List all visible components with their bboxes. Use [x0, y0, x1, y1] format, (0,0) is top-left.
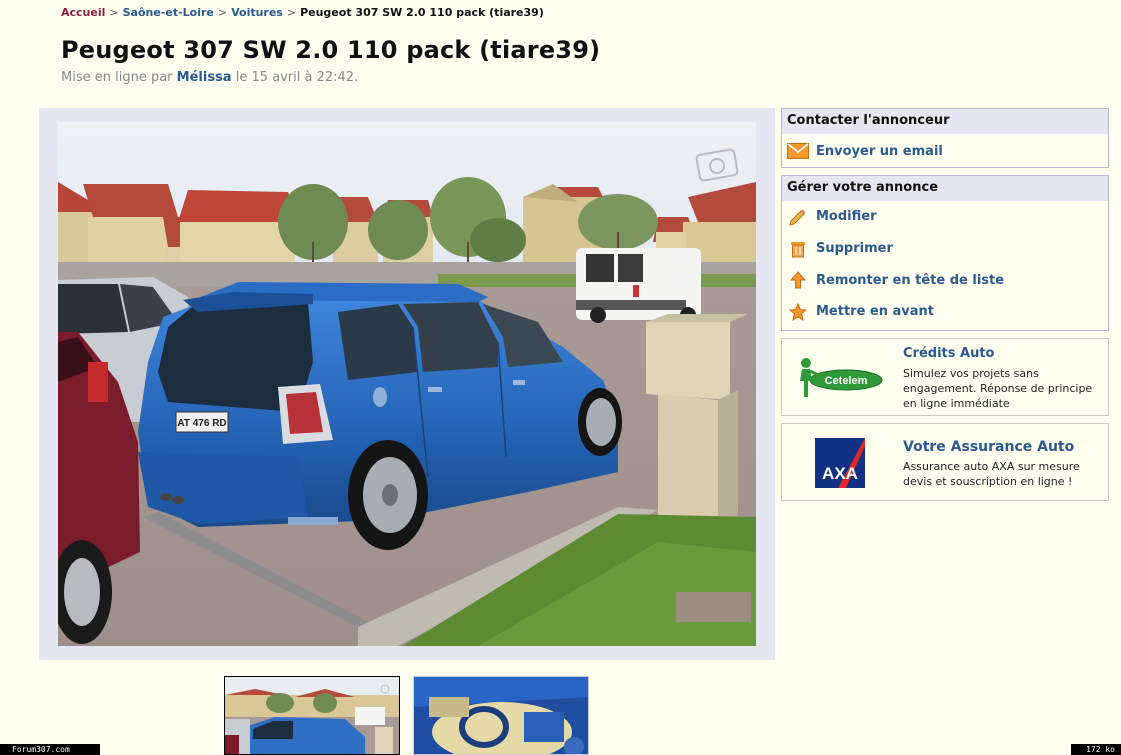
contact-box: Contacter l'annonceur Envoyer un email — [781, 108, 1109, 168]
site-status-label: Forum307.com — [0, 744, 100, 755]
main-photo[interactable]: AT 476 RD — [58, 122, 756, 646]
arrow-up-icon — [785, 270, 811, 290]
breadcrumb-region-link[interactable]: Saône-et-Loire — [123, 6, 214, 19]
credit-promo[interactable]: Cetelem Crédits Auto Simulez vos projets… — [781, 338, 1109, 416]
credit-promo-text: Simulez vos projets sans engagement. Rép… — [903, 367, 1093, 410]
edit-listing-label: Modifier — [816, 209, 877, 225]
page-title: Peugeot 307 SW 2.0 110 pack (tiare39) — [61, 36, 601, 64]
page-size-label: 172 ko — [1071, 744, 1121, 755]
cetelem-logo: Cetelem — [790, 347, 890, 407]
insurance-promo-text: Assurance auto AXA sur mesure devis et s… — [903, 460, 1080, 488]
envelope-icon — [785, 141, 811, 161]
credit-promo-title[interactable]: Crédits Auto — [903, 346, 994, 361]
posted-prefix: Mise en ligne par — [61, 70, 173, 85]
contact-box-header: Contacter l'annonceur — [782, 109, 1108, 134]
author-link[interactable]: Mélissa — [177, 70, 232, 85]
breadcrumb-current: Peugeot 307 SW 2.0 110 pack (tiare39) — [300, 6, 544, 19]
thumbnail-1[interactable] — [224, 676, 400, 755]
trash-icon — [785, 239, 811, 259]
breadcrumb-category-link[interactable]: Voitures — [231, 6, 283, 19]
posted-date: le 15 avril à 22:42. — [235, 70, 359, 85]
license-plate-text: AT 476 RD — [177, 418, 226, 429]
breadcrumb-separator: > — [286, 6, 297, 19]
manage-box: Gérer votre annonce Modifier Supprimer R… — [781, 175, 1109, 331]
feature-listing-button[interactable]: Mettre en avant — [782, 296, 1108, 328]
breadcrumb-separator: > — [109, 6, 119, 19]
svg-text:AXA: AXA — [822, 464, 858, 483]
feature-listing-label: Mettre en avant — [816, 304, 935, 320]
send-email-button[interactable]: Envoyer un email — [782, 134, 1108, 168]
insurance-promo[interactable]: AXA Votre Assurance Auto Assurance auto … — [781, 423, 1109, 501]
send-email-label: Envoyer un email — [816, 143, 943, 159]
star-icon — [785, 302, 811, 322]
breadcrumb: Accueil > Saône-et-Loire > Voitures > Peugeot … — [61, 6, 544, 19]
breadcrumb-separator: > — [217, 6, 228, 19]
axa-logo: AXA — [790, 432, 890, 492]
photo-panel: AT 476 RD — [39, 108, 775, 660]
breadcrumb-home-link[interactable]: Accueil — [61, 6, 105, 19]
svg-text:Cetelem: Cetelem — [825, 375, 868, 387]
posted-info: Mise en ligne par Mélissa le 15 avril à … — [61, 70, 358, 85]
bump-listing-button[interactable]: Remonter en tête de liste — [782, 264, 1108, 296]
bump-listing-label: Remonter en tête de liste — [816, 272, 1005, 288]
insurance-promo-title[interactable]: Votre Assurance Auto — [903, 439, 1074, 455]
thumbnail-2[interactable] — [413, 676, 589, 755]
edit-listing-button[interactable]: Modifier — [782, 201, 1108, 233]
delete-listing-button[interactable]: Supprimer — [782, 233, 1108, 265]
manage-box-header: Gérer votre annonce — [782, 176, 1108, 201]
delete-listing-label: Supprimer — [816, 241, 893, 257]
pencil-icon — [785, 207, 811, 227]
